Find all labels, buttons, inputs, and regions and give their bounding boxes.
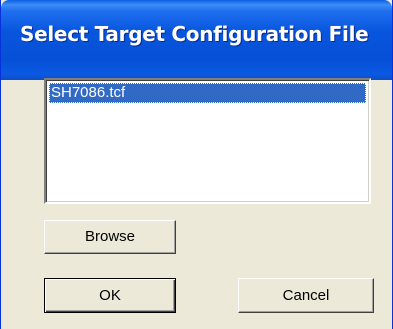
list-item[interactable]: SH7086.tcf (49, 83, 366, 103)
dialog-title: Select Target Configuration File (20, 22, 369, 46)
title-bar[interactable]: Select Target Configuration File (1, 0, 392, 80)
browse-button-label: Browse (84, 228, 136, 245)
ok-button-label: OK (99, 287, 121, 304)
ok-button[interactable]: OK (44, 278, 176, 313)
file-listbox[interactable]: SH7086.tcf (44, 78, 371, 204)
cancel-button[interactable]: Cancel (238, 278, 374, 313)
cancel-button-label: Cancel (282, 287, 330, 304)
browse-button[interactable]: Browse (44, 220, 176, 254)
dialog-window: Select Target Configuration File SH7086.… (0, 0, 393, 329)
